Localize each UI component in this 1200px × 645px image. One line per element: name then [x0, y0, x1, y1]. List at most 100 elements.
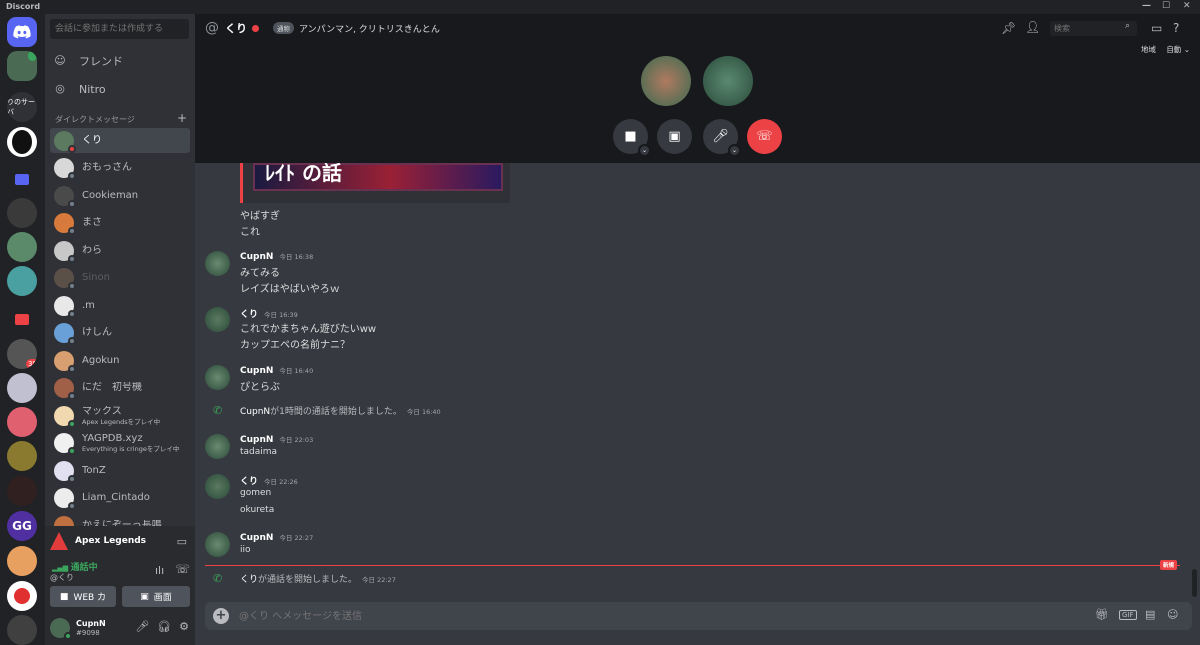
system-author[interactable]: くり	[240, 575, 258, 585]
gift-icon[interactable]: 🎁︎	[1095, 608, 1109, 621]
conversation-search-input[interactable]	[50, 19, 189, 39]
camera-button[interactable]: ■ ⌄	[613, 119, 651, 157]
message-input[interactable]	[239, 607, 1039, 625]
avatar[interactable]	[205, 474, 230, 499]
server-icon[interactable]	[7, 266, 37, 296]
mic-icon[interactable]: 🎤︎	[135, 620, 149, 633]
dm-item[interactable]: わら	[50, 238, 190, 263]
system-author[interactable]: CupnN	[240, 407, 270, 417]
headphones-icon[interactable]: 🎧︎	[157, 620, 171, 633]
server-icon[interactable]	[7, 127, 37, 157]
dm-item[interactable]: マックス Apex Legendsをプレイ中	[50, 403, 190, 428]
message-text: tadaima	[240, 447, 278, 457]
embed-image[interactable]: ﾚｲﾄ の話	[253, 163, 503, 191]
status-indicator-icon	[68, 282, 76, 290]
region-selector[interactable]: 地域 自動 ⌄	[1141, 44, 1190, 55]
dm-item[interactable]: TonZ	[50, 458, 190, 483]
screen-share-button[interactable]: ▣ 画面	[122, 586, 190, 607]
attach-plus-icon[interactable]: +	[213, 608, 229, 624]
stream-icon[interactable]: ▭	[177, 535, 187, 548]
search-input[interactable]	[1050, 21, 1137, 36]
message-author[interactable]: くり 今日 16:39	[240, 307, 298, 320]
dm-item[interactable]: けしん	[50, 321, 190, 346]
voice-status-label: 通話中	[70, 563, 98, 573]
message-author[interactable]: CupnN 今日 22:27	[240, 532, 313, 543]
friends-nav[interactable]: ☺ フレンド	[53, 50, 123, 72]
screen-share-button[interactable]: ▣	[657, 119, 692, 154]
avatar[interactable]	[205, 532, 230, 557]
message-author[interactable]: CupnN 今日 16:40	[240, 365, 313, 376]
sticker-icon[interactable]: ▤	[1145, 608, 1155, 621]
avatar[interactable]	[205, 307, 230, 332]
author-name: CupnN	[240, 533, 274, 543]
game-name: Apex Legends	[75, 536, 147, 546]
server-icon[interactable]	[7, 476, 37, 506]
help-icon[interactable]: ?	[1173, 21, 1179, 35]
server-icon-active[interactable]	[7, 51, 37, 81]
server-icon[interactable]: GG	[7, 511, 37, 541]
dm-item[interactable]: にだ 初号機	[50, 376, 190, 401]
server-icon[interactable]	[7, 373, 37, 403]
dm-item[interactable]: Cookieman	[50, 183, 190, 208]
dm-item-name: まさ	[82, 217, 102, 228]
chevron-down-icon[interactable]: ⌄	[638, 144, 651, 157]
server-icon[interactable]	[7, 615, 37, 645]
gear-icon[interactable]: ⚙	[179, 620, 189, 633]
dm-item-name: わら	[82, 244, 102, 256]
server-icon[interactable]	[7, 232, 37, 262]
dm-item[interactable]: Sinon	[50, 266, 190, 291]
dm-item[interactable]: Agokun	[50, 348, 190, 373]
dm-item[interactable]: YAGPDB.xyz Everything is cringeをプレイ中	[50, 431, 190, 456]
home-button[interactable]	[7, 17, 37, 47]
disconnect-icon[interactable]: ☏	[175, 562, 190, 576]
scrollbar[interactable]	[1192, 569, 1197, 597]
message-author[interactable]: くり 今日 22:26	[240, 474, 298, 487]
gif-button[interactable]: GIF	[1119, 610, 1137, 620]
dm-item[interactable]: まさ	[50, 211, 190, 236]
status-indicator-icon	[68, 447, 76, 455]
add-friend-icon[interactable]: 👤︎	[1025, 20, 1040, 34]
message-author[interactable]: CupnN 今日 16:38	[240, 251, 313, 262]
server-icon-rino[interactable]: りのサーバ	[7, 92, 37, 122]
message-text: みてみる	[240, 268, 280, 279]
dm-item[interactable]: .m	[50, 293, 190, 318]
pin-icon[interactable]: 📌︎	[1001, 21, 1016, 35]
close-button[interactable]: ✕	[1183, 1, 1191, 11]
mic-button[interactable]: 🎤︎ ⌄	[703, 119, 741, 157]
server-icon[interactable]	[7, 407, 37, 437]
call-participant-avatar[interactable]	[703, 56, 753, 106]
server-icon[interactable]	[7, 546, 37, 576]
user-panel: CupnN #9098 🎤︎ 🎧︎ ⚙	[45, 611, 195, 645]
maximize-button[interactable]: ☐	[1162, 1, 1170, 11]
dm-item[interactable]: おもっさん	[50, 156, 190, 181]
dm-item[interactable]: くり	[50, 128, 190, 153]
message-text: レイズはやばいやろｗ	[240, 284, 340, 295]
avatar	[54, 268, 76, 290]
avatar[interactable]	[205, 434, 230, 459]
server-icon[interactable]	[7, 441, 37, 471]
dm-item-name: マックス	[82, 405, 122, 417]
video-button[interactable]: ■ WEB カ	[50, 586, 116, 607]
chevron-down-icon[interactable]: ⌄	[728, 144, 741, 157]
server-icon[interactable]: 39	[7, 339, 37, 369]
create-dm-button[interactable]: +	[177, 112, 187, 125]
emoji-icon[interactable]: ☺	[1167, 608, 1178, 621]
minimize-button[interactable]: —	[1142, 1, 1151, 11]
activity-bar: Apex Legends ▭	[45, 526, 195, 556]
avatar[interactable]	[205, 251, 230, 276]
inbox-icon[interactable]: ▭	[1151, 21, 1162, 35]
call-participant-avatar[interactable]	[641, 56, 691, 106]
folder-icon[interactable]	[7, 304, 37, 334]
avatar[interactable]	[50, 618, 72, 640]
server-icon[interactable]	[7, 581, 37, 611]
message-author[interactable]: CupnN 今日 22:03	[240, 434, 313, 445]
message-embed: ﾚｲﾄ の話	[240, 163, 510, 203]
avatar[interactable]	[205, 365, 230, 390]
noise-suppression-icon[interactable]: ılı	[155, 564, 164, 577]
folder-icon[interactable]	[7, 164, 37, 194]
server-icon[interactable]	[7, 198, 37, 228]
nitro-nav[interactable]: ◎ Nitro	[53, 78, 105, 100]
dm-item[interactable]: Liam_Cintado	[50, 486, 190, 511]
hangup-button[interactable]: ☏	[747, 119, 782, 154]
message-composer: + 🎁︎ GIF ▤ ☺	[205, 602, 1192, 630]
